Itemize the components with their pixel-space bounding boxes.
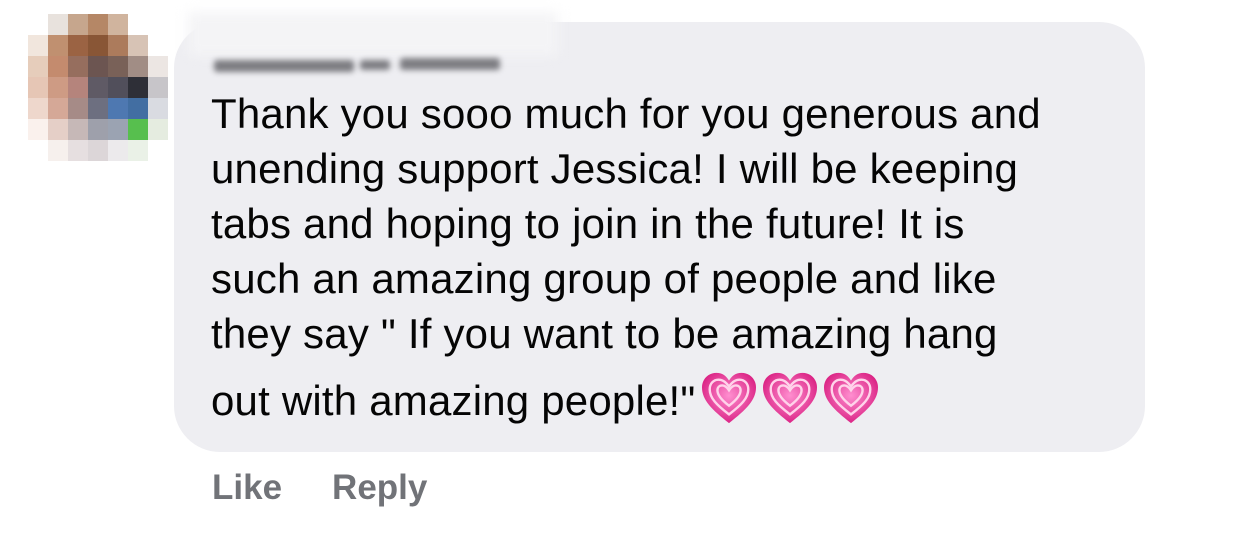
comment-line: out with amazing people!" xyxy=(211,377,696,424)
like-button[interactable]: Like xyxy=(212,468,282,508)
avatar[interactable] xyxy=(28,14,168,162)
comment-line-last: out with amazing people!" xyxy=(211,371,1121,438)
comment-actions: Like Reply xyxy=(212,468,427,508)
comment-line: they say " If you want to be amazing han… xyxy=(211,310,998,357)
comment-line: such an amazing group of people and like xyxy=(211,255,997,302)
comment-container: Thank you sooo much for you generous and… xyxy=(0,0,1241,539)
author-name-redacted[interactable] xyxy=(188,12,558,92)
growing-heart-icon xyxy=(762,372,817,424)
comment-line: tabs and hoping to join in the future! I… xyxy=(211,200,965,247)
growing-heart-icon xyxy=(823,372,878,424)
comment-text: Thank you sooo much for you generous and… xyxy=(211,86,1121,438)
comment-line: unending support Jessica! I will be keep… xyxy=(211,145,1019,192)
reply-button[interactable]: Reply xyxy=(332,468,427,508)
growing-heart-icon xyxy=(701,372,756,424)
comment-line: Thank you sooo much for you generous and xyxy=(211,90,1041,137)
emoji-group xyxy=(700,371,883,438)
